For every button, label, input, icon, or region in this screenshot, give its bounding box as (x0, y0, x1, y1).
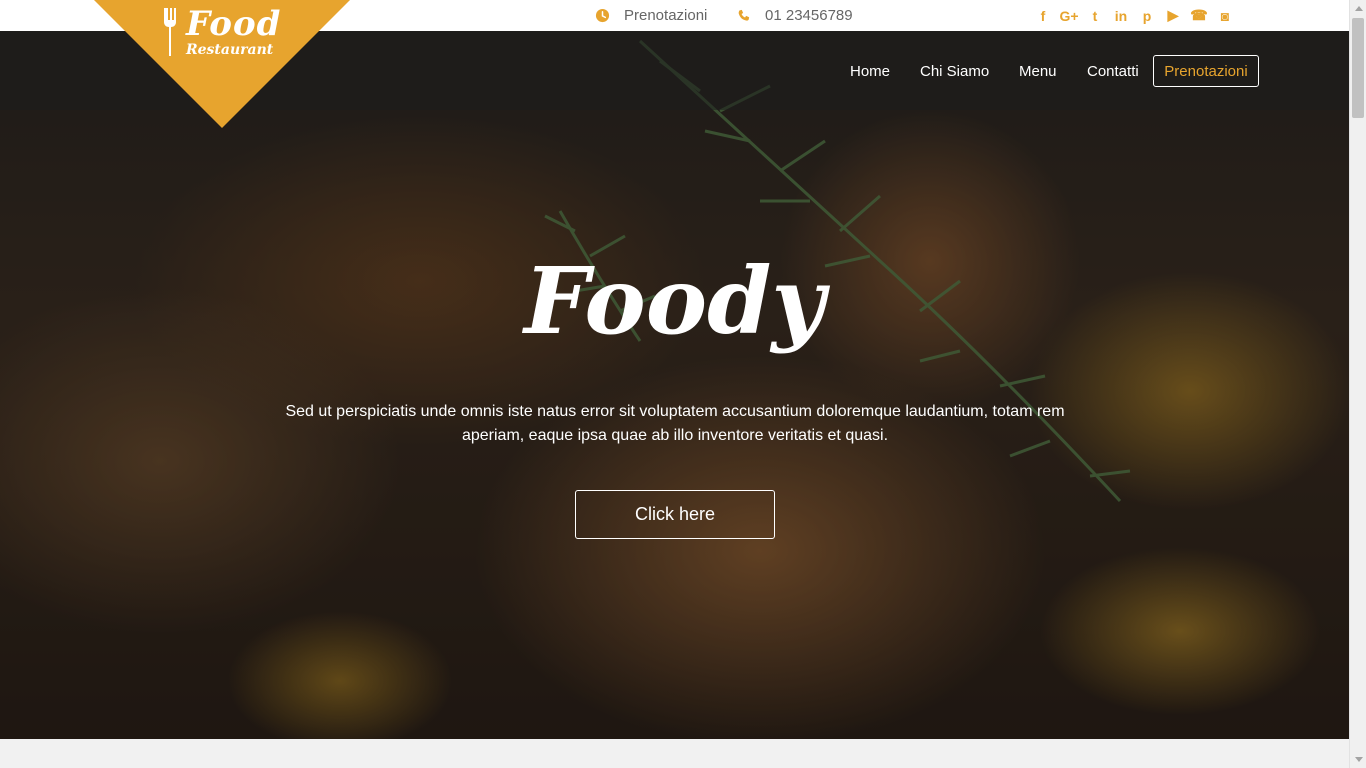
google-plus-icon[interactable]: G+ (1056, 6, 1082, 26)
scroll-down-arrow-icon[interactable] (1350, 751, 1366, 768)
camera-icon[interactable]: ◙ (1212, 6, 1238, 26)
linkedin-icon[interactable]: in (1108, 6, 1134, 26)
hero-title: Foody (524, 247, 825, 355)
phone-contact[interactable]: 01 23456789 (737, 0, 853, 31)
nav-chi-siamo[interactable]: Chi Siamo (920, 63, 989, 80)
phone-icon[interactable]: ☎ (1186, 6, 1212, 26)
page-scrollbar[interactable] (1349, 0, 1366, 768)
hero-section (0, 31, 1349, 739)
social-links: f G+ t in p ▶ ☎ ◙ (1030, 0, 1238, 31)
nav-reservations-button[interactable]: Prenotazioni (1153, 55, 1259, 87)
fork-icon (164, 8, 176, 56)
phone-icon (737, 9, 751, 23)
rosemary-decoration (544, 39, 1131, 503)
reservations-contact[interactable]: Prenotazioni (595, 0, 707, 31)
nav-contatti[interactable]: Contatti (1087, 63, 1139, 80)
scroll-thumb[interactable] (1352, 18, 1364, 118)
facebook-icon[interactable]: f (1030, 6, 1056, 26)
hero-cta-button[interactable]: Click here (575, 490, 775, 539)
twitter-icon[interactable]: t (1082, 6, 1108, 26)
nav-menu[interactable]: Menu (1019, 63, 1057, 80)
logo-subtitle: Restaurant (186, 42, 274, 58)
logo-title: Food (186, 4, 282, 44)
youtube-icon[interactable]: ▶ (1160, 6, 1186, 26)
next-section-strip (0, 739, 1349, 768)
scroll-up-arrow-icon[interactable] (1350, 0, 1366, 17)
logo-text[interactable]: Food Restaurant (186, 6, 281, 58)
pinterest-icon[interactable]: p (1134, 6, 1160, 26)
nav-home[interactable]: Home (850, 63, 890, 80)
hero-description: Sed ut perspiciatis unde omnis iste natu… (285, 403, 1065, 444)
clock-icon (595, 8, 610, 23)
reservations-label: Prenotazioni (624, 7, 708, 24)
phone-number: 01 23456789 (765, 7, 853, 24)
